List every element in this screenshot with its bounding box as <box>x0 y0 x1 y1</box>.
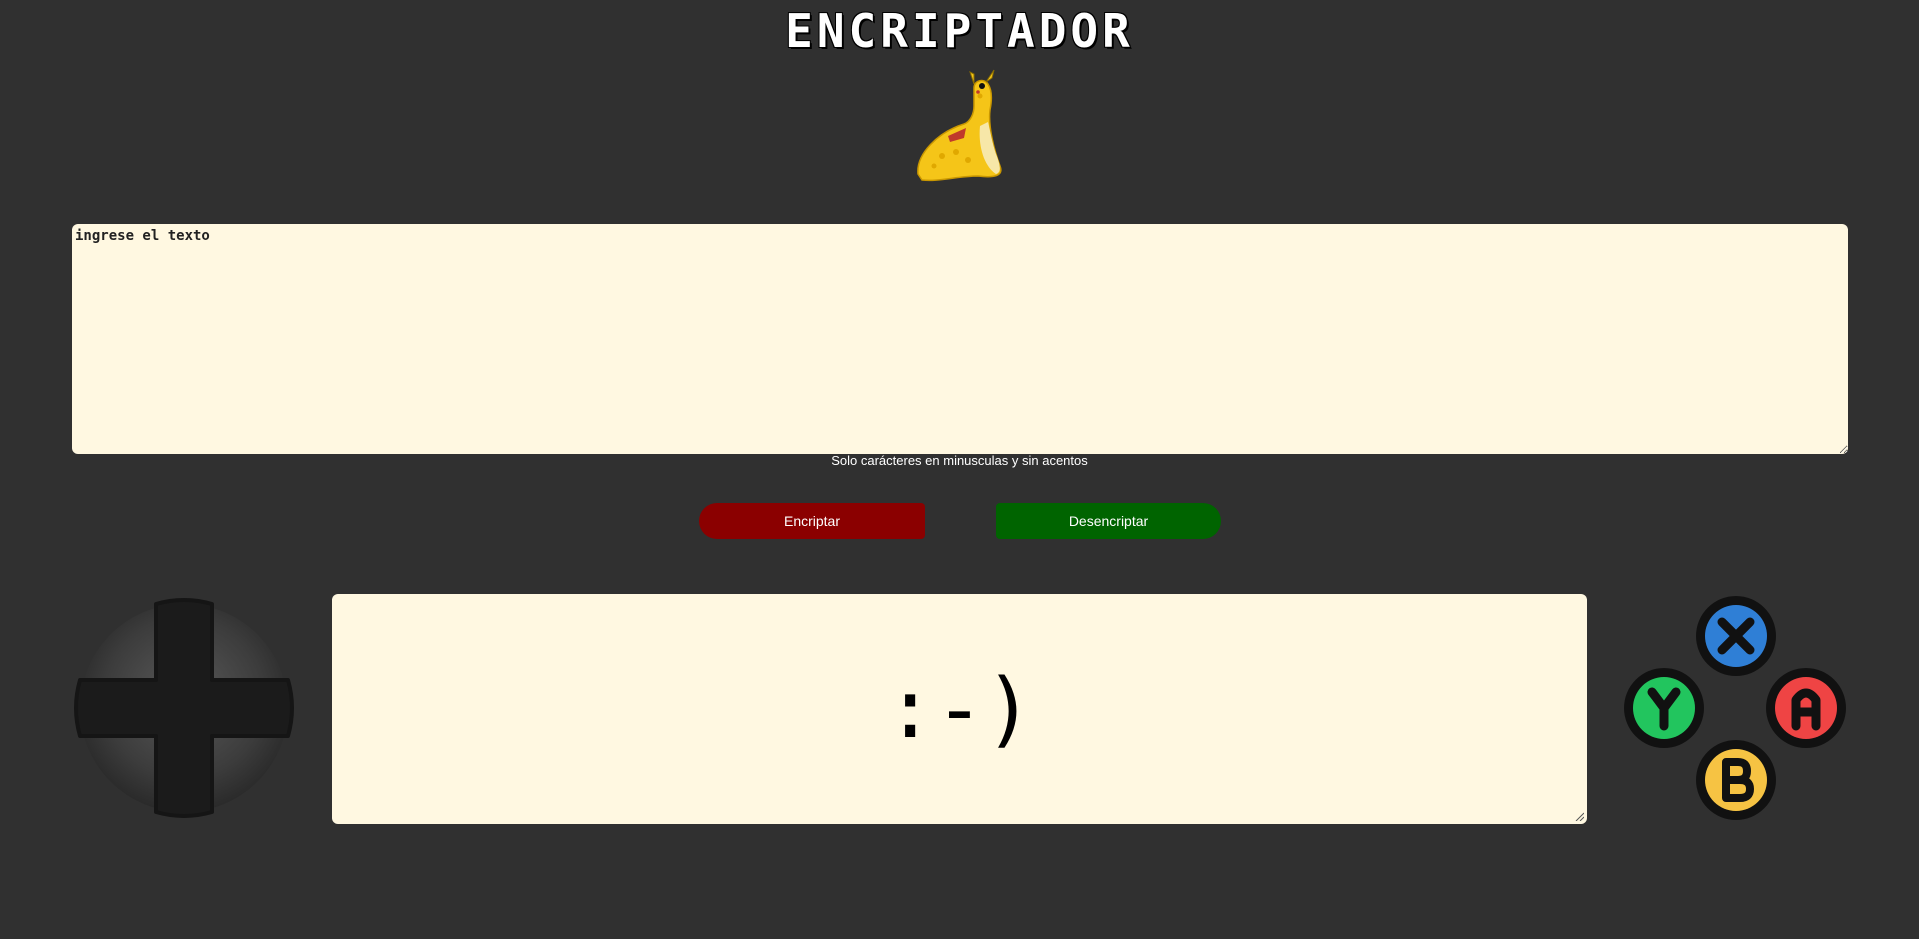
decrypt-button[interactable]: Desencriptar <box>996 503 1221 539</box>
app-page: ENCRIPTADOR Solo carácteres en minuscula… <box>0 0 1919 939</box>
text-input[interactable] <box>72 224 1848 454</box>
b-button-icon[interactable] <box>1696 740 1776 820</box>
encrypt-button[interactable]: Encriptar <box>699 503 925 539</box>
output-panel: :-) <box>332 594 1587 824</box>
y-button-icon[interactable] <box>1624 668 1704 748</box>
resize-grip-icon[interactable] <box>1574 811 1584 821</box>
giraffe-mascot-icon <box>917 69 1002 182</box>
dpad-icon <box>74 598 294 818</box>
input-hint: Solo carácteres en minusculas y sin acen… <box>831 453 1088 468</box>
x-button-icon[interactable] <box>1696 596 1776 676</box>
a-button-icon[interactable] <box>1766 668 1846 748</box>
face-buttons-icon <box>1624 596 1846 820</box>
output-text: :-) <box>885 661 1034 757</box>
page-title: ENCRIPTADOR <box>785 4 1134 58</box>
